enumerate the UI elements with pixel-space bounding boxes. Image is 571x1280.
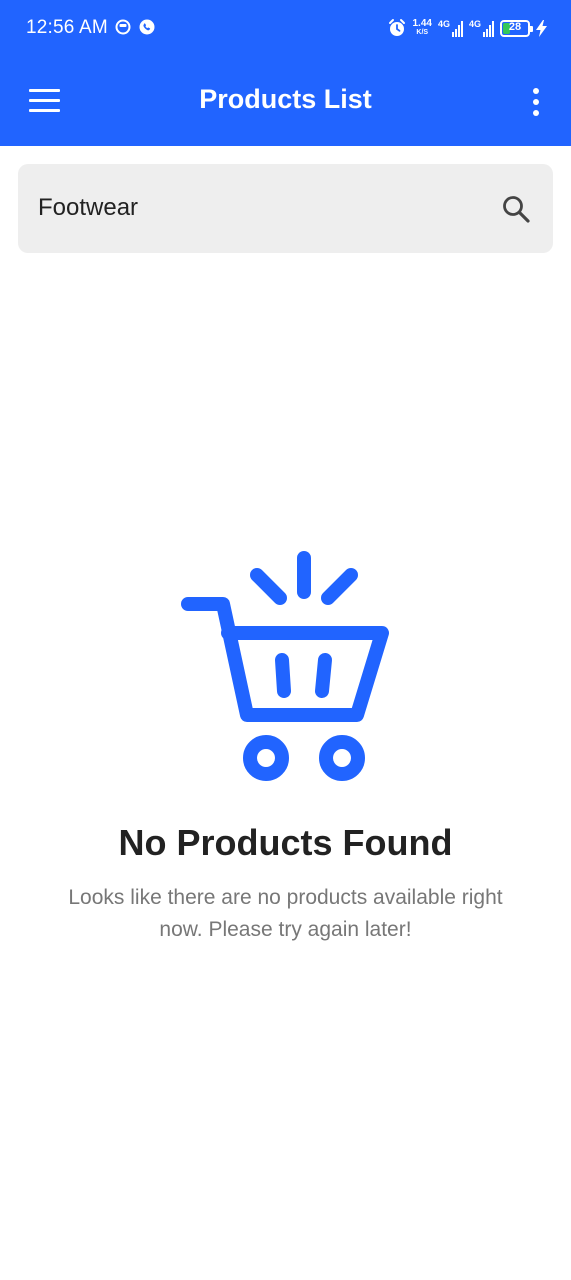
- whatsapp-call-icon: [139, 19, 155, 35]
- battery-level: 28: [508, 20, 522, 33]
- signal-bar-icon: [451, 32, 454, 37]
- shopping-cart-icon: [181, 551, 389, 781]
- signal-bar-icon: [454, 29, 457, 37]
- signal-bar-icon: [489, 25, 491, 37]
- signal-1-label: 4G: [437, 19, 450, 29]
- signal-bar-icon: [492, 21, 494, 37]
- app-bar: Products List: [0, 56, 571, 146]
- more-options-button[interactable]: [531, 88, 541, 116]
- charging-bolt-icon: [536, 19, 547, 37]
- top-bar: 12:56 AM 1.44 K/S 4G 4G 28 Products List: [0, 0, 571, 146]
- alarm-icon: [388, 19, 405, 36]
- empty-state-message: Looks like there are no products availab…: [68, 886, 503, 941]
- page-title: Products List: [199, 84, 372, 114]
- network-speed-unit: K/S: [416, 29, 429, 36]
- more-vertical-icon: [533, 88, 539, 94]
- search-bar: [18, 164, 553, 253]
- signal-bar-icon: [486, 29, 488, 37]
- battery-icon: 28: [500, 19, 533, 37]
- signal-bar-icon: [457, 25, 460, 37]
- app-screen: 12:56 AM 1.44 K/S 4G 4G 28 Products List…: [0, 0, 571, 1280]
- search-icon[interactable]: [501, 194, 531, 224]
- signal-2-label: 4G: [468, 19, 481, 29]
- notification-icon: [115, 19, 131, 35]
- search-input[interactable]: [38, 188, 478, 228]
- status-bar: 12:56 AM 1.44 K/S 4G 4G 28: [0, 0, 571, 56]
- signal-2: 4G: [469, 19, 494, 37]
- signal-bar-icon: [460, 21, 463, 37]
- signal-1: 4G: [438, 19, 463, 37]
- status-icons: 1.44 K/S 4G 4G 28: [387, 16, 547, 40]
- network-speed-value: 1.44: [412, 18, 432, 29]
- signal-bar-icon: [483, 32, 485, 37]
- status-time: 12:56 AM: [26, 17, 108, 38]
- empty-state-title: No Products Found: [118, 822, 453, 863]
- network-speed: 1.44 K/S: [413, 19, 432, 37]
- more-vertical-icon: [533, 110, 539, 116]
- more-vertical-icon: [533, 99, 539, 105]
